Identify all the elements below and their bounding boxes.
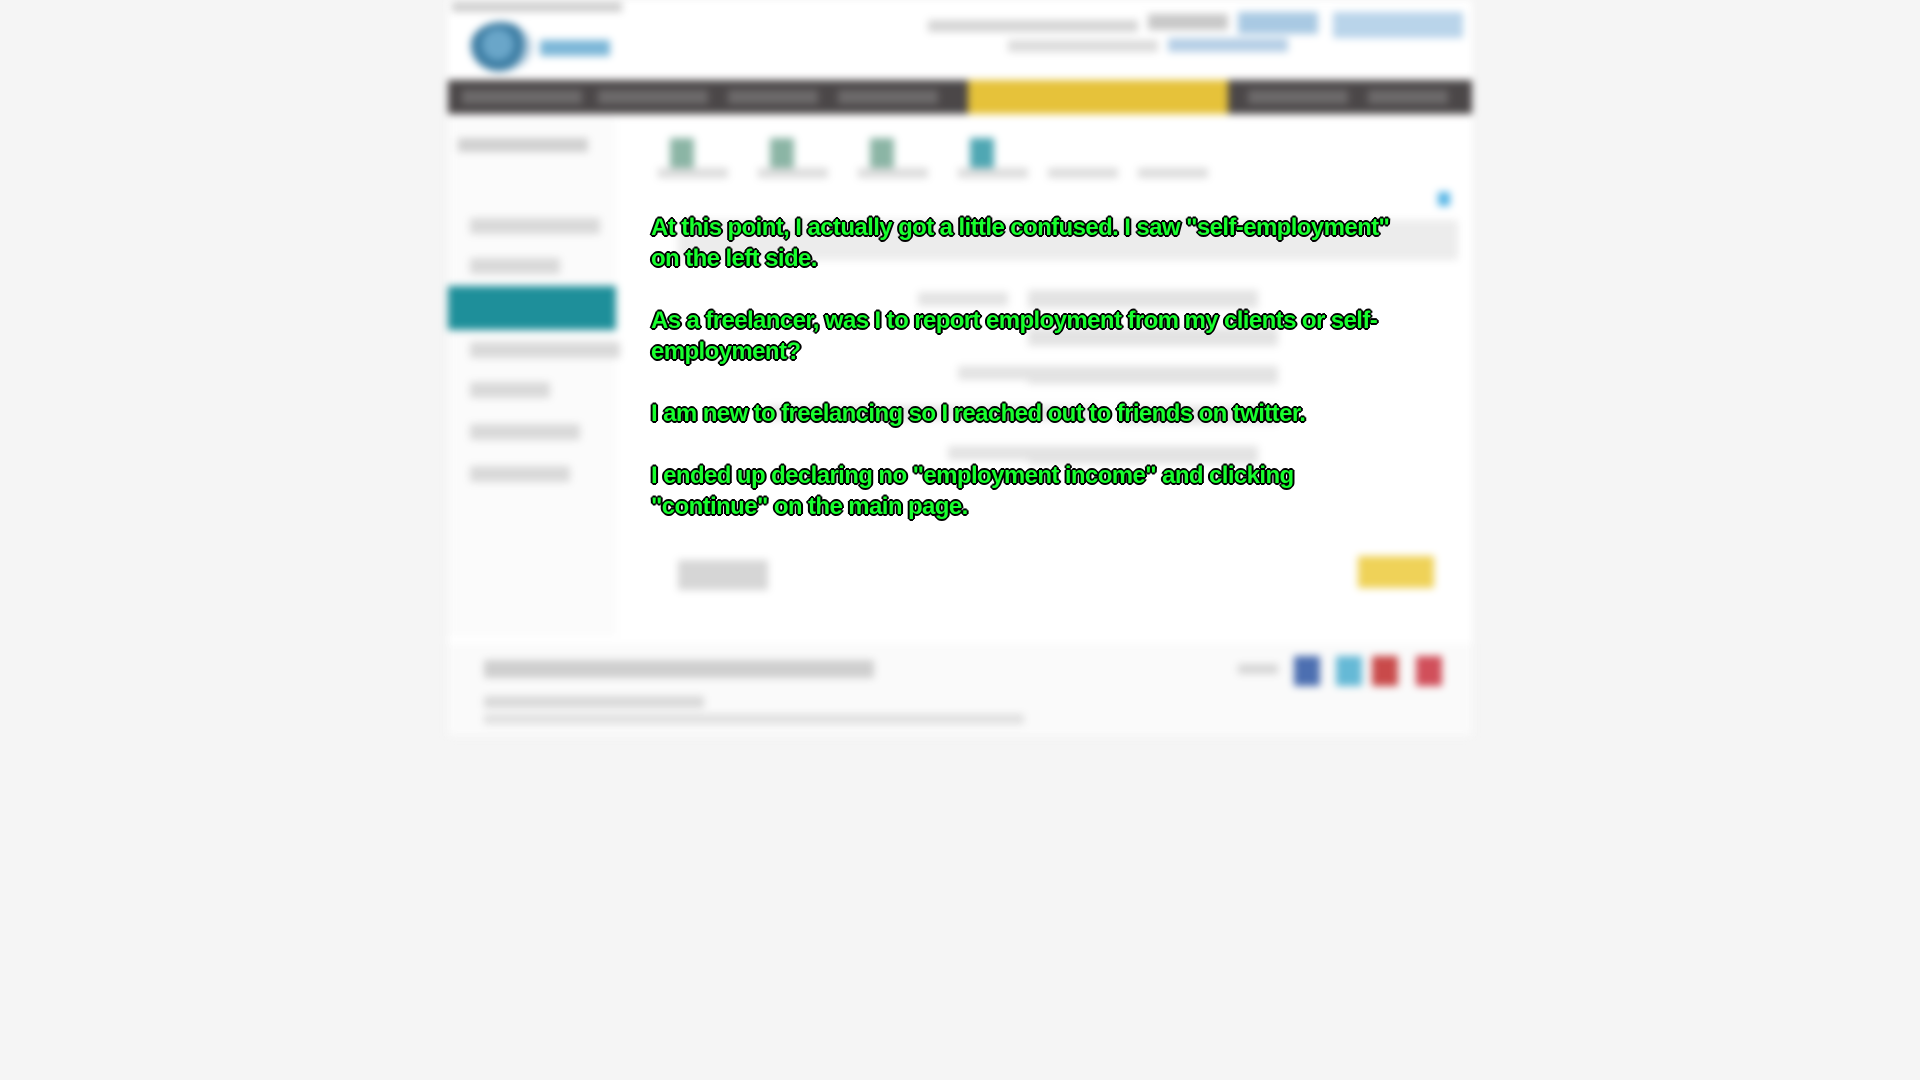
sidebar-item[interactable] (470, 424, 580, 440)
back-button[interactable] (678, 560, 768, 590)
progress-step-label (1048, 168, 1118, 178)
nav-item[interactable] (598, 90, 708, 104)
twitter-icon[interactable] (1336, 656, 1362, 686)
annotation-paragraph: As a freelancer, was I to report employm… (651, 307, 1378, 365)
nav-item[interactable] (728, 90, 818, 104)
facebook-icon[interactable] (1294, 656, 1320, 686)
footer-text (484, 714, 1024, 724)
nav-item[interactable] (462, 90, 582, 104)
site-header (448, 0, 1472, 80)
progress-step-icon (670, 138, 694, 168)
annotation-paragraph: I ended up declaring no "employment inco… (651, 462, 1294, 520)
progress-step-icon (770, 138, 794, 168)
progress-step-icon (870, 138, 894, 168)
header-button[interactable] (1333, 12, 1463, 38)
annotation-overlay: At this point, I actually got a little c… (651, 212, 1411, 522)
nav-item-active[interactable] (968, 80, 1228, 114)
header-link[interactable] (1168, 38, 1288, 52)
footer-links[interactable] (484, 660, 874, 678)
header-link[interactable] (1148, 14, 1228, 30)
sidebar-item[interactable] (470, 218, 600, 234)
progress-step-label (858, 168, 928, 178)
logo-icon[interactable] (470, 22, 532, 72)
sidebar-title (458, 138, 588, 152)
info-icon[interactable] (1438, 192, 1450, 206)
sidebar-item[interactable] (470, 342, 620, 358)
header-strip (452, 2, 622, 12)
sidebar-item[interactable] (470, 382, 550, 398)
annotation-paragraph: At this point, I actually got a little c… (651, 214, 1390, 272)
nav-item[interactable] (838, 90, 938, 104)
pinterest-icon[interactable] (1372, 656, 1398, 686)
progress-step-label (1138, 168, 1208, 178)
footer (448, 644, 1472, 736)
nav-item[interactable] (1368, 90, 1448, 104)
progress-step-icon (970, 138, 994, 168)
youtube-icon[interactable] (1416, 656, 1442, 686)
sidebar (448, 116, 620, 636)
nav-item[interactable] (1248, 90, 1348, 104)
main-navigation (448, 80, 1472, 114)
header-button[interactable] (1238, 12, 1318, 34)
social-label (1238, 664, 1278, 674)
progress-step-label (958, 168, 1028, 178)
sidebar-item[interactable] (470, 258, 560, 274)
sidebar-item-active[interactable] (448, 286, 616, 330)
annotation-paragraph: I am new to freelancing so I reached out… (651, 400, 1306, 427)
continue-button[interactable] (1358, 556, 1434, 588)
progress-step-label (658, 168, 728, 178)
progress-step-label (758, 168, 828, 178)
logo-text (540, 40, 610, 56)
sidebar-item[interactable] (470, 466, 570, 482)
footer-text (484, 696, 704, 708)
header-text (928, 20, 1138, 32)
header-text (1008, 40, 1158, 52)
